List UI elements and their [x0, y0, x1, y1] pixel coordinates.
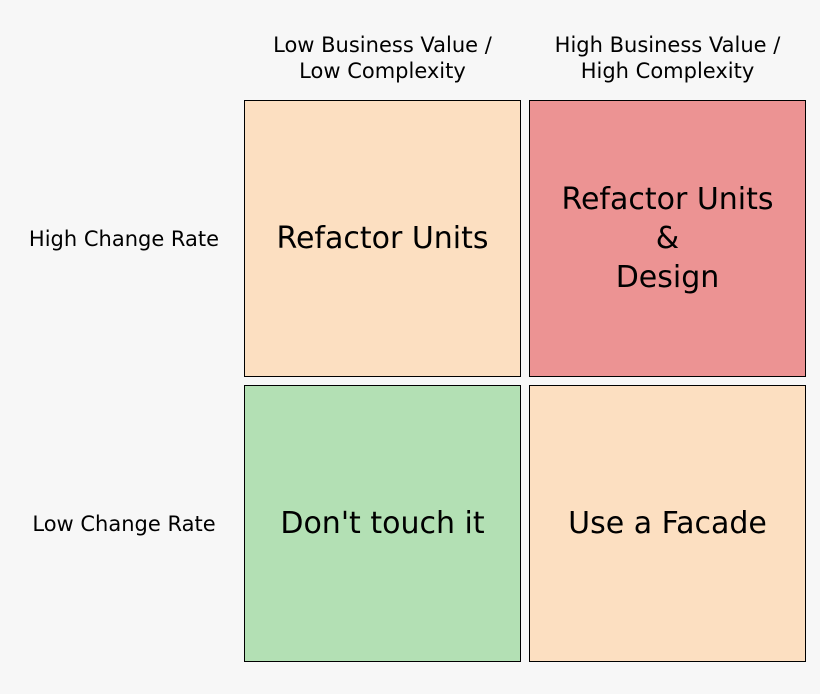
- row-label-top: High Change Rate: [10, 100, 238, 377]
- cell-bottom-left: Don't touch it: [244, 385, 521, 662]
- col-header-right: High Business Value / High Complexity: [529, 32, 806, 85]
- matrix-grid: Refactor Units Refactor Units & Design D…: [244, 100, 806, 662]
- quadrant-diagram: Low Business Value / Low Complexity High…: [0, 0, 820, 694]
- row-label-bottom: Low Change Rate: [10, 385, 238, 662]
- cell-top-left: Refactor Units: [244, 100, 521, 377]
- col-header-left: Low Business Value / Low Complexity: [244, 32, 521, 85]
- cell-bottom-right: Use a Facade: [529, 385, 806, 662]
- cell-top-right: Refactor Units & Design: [529, 100, 806, 377]
